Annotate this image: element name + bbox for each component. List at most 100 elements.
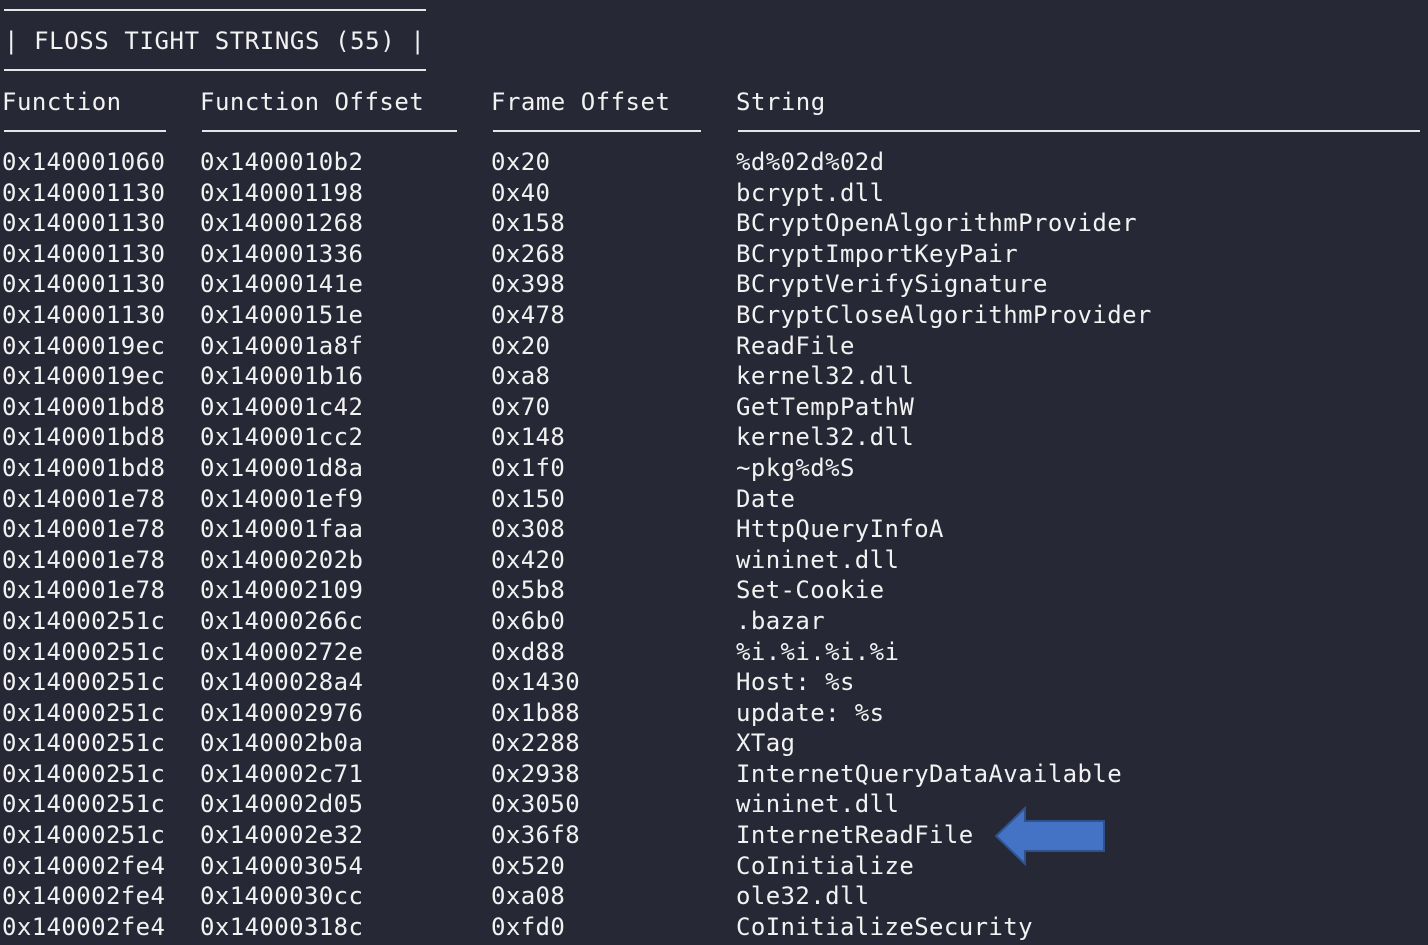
cell-function-offset: 0x1400010b2 — [200, 148, 364, 176]
table-row: 0x140001130 0x14000141e 0x398 BCryptVerifyS… — [0, 269, 1428, 300]
cell-string: BCryptCloseAlgorithmProvider — [736, 300, 1152, 329]
cell-frame-offset: 0x40 — [491, 178, 551, 207]
cell-string: %d%02d%02d — [736, 148, 885, 176]
cell-string: bcrypt.dll — [736, 178, 885, 207]
cell-function-offset: 0x140001336 — [200, 239, 364, 268]
cell-function: 0x140002fe4 — [2, 912, 166, 941]
table-row: 0x14000251c 0x140002976 0x1b88 update: %s — [0, 698, 1428, 729]
cell-function: 0x14000251c — [2, 759, 166, 788]
table-row: 0x14000251c 0x14000272e 0xd88 %i.%i.%i.%i — [0, 637, 1428, 668]
table-row: 0x14000251c 0x140002e32 0x36f8 InternetRead… — [0, 820, 1428, 851]
header-rule-string — [738, 130, 1420, 132]
table-row: 0x14000251c 0x140002d05 0x3050 wininet.dll — [0, 789, 1428, 820]
cell-string: kernel32.dll — [736, 362, 915, 391]
table-row: 0x140001e78 0x140001ef9 0x150 Date — [0, 484, 1428, 515]
cell-function: 0x140001060 — [2, 148, 166, 176]
cell-function-offset: 0x140002976 — [200, 698, 364, 727]
cell-string: Host: %s — [736, 668, 855, 697]
title-bottom-rule — [4, 69, 426, 71]
table-row: 0x14000251c 0x140002c71 0x2938 InternetQuer… — [0, 759, 1428, 790]
cell-string: InternetReadFile — [736, 821, 974, 850]
cell-function-offset: 0x140001faa — [200, 515, 364, 544]
table-row: 0x140001e78 0x140002109 0x5b8 Set-Cookie — [0, 575, 1428, 606]
table-row: 0x140002fe4 0x140003054 0x520 CoInitialize — [0, 851, 1428, 882]
cell-frame-offset: 0x1b88 — [491, 698, 581, 727]
cell-function: 0x140001bd8 — [2, 423, 166, 452]
cell-frame-offset: 0x1f0 — [491, 453, 566, 482]
cell-function: 0x14000251c — [2, 790, 166, 819]
table-title: | FLOSS TIGHT STRINGS (55) | — [4, 27, 426, 55]
cell-function: 0x140001130 — [2, 239, 166, 268]
cell-function-offset: 0x140001b16 — [200, 362, 364, 391]
cell-function-offset: 0x140001d8a — [200, 453, 364, 482]
header-rule-function-offset — [202, 130, 457, 132]
cell-function: 0x14000251c — [2, 698, 166, 727]
cell-function: 0x140001bd8 — [2, 453, 166, 482]
cell-frame-offset: 0x398 — [491, 270, 566, 299]
table-row: 0x1400019ec 0x140001a8f 0x20 ReadFile — [0, 331, 1428, 362]
cell-function: 0x14000251c — [2, 668, 166, 697]
cell-function: 0x14000251c — [2, 606, 166, 635]
cell-string: wininet.dll — [736, 790, 900, 819]
cell-function-offset: 0x140002e32 — [200, 821, 364, 850]
cell-function-offset: 0x1400028a4 — [200, 668, 364, 697]
cell-string: InternetQueryDataAvailable — [736, 759, 1123, 788]
table-row: 0x140002fe4 0x1400030cc 0xa08 ole32.dll — [0, 881, 1428, 912]
cell-frame-offset: 0x478 — [491, 300, 566, 329]
header-string: String — [736, 88, 826, 116]
cell-frame-offset: 0x520 — [491, 851, 566, 880]
cell-function-offset: 0x14000202b — [200, 545, 364, 574]
cell-function: 0x14000251c — [2, 637, 166, 666]
cell-function: 0x140001130 — [2, 270, 166, 299]
left-arrow-icon — [995, 806, 1105, 866]
cell-frame-offset: 0x420 — [491, 545, 566, 574]
header-rule-function — [4, 130, 166, 132]
table-row: 0x1400019ec 0x140001b16 0xa8 kernel32.dll — [0, 361, 1428, 392]
cell-function-offset: 0x1400030cc — [200, 882, 364, 911]
table-row: 0x140001e78 0x14000202b 0x420 wininet.dll — [0, 545, 1428, 576]
cell-function: 0x1400019ec — [2, 362, 166, 391]
cell-frame-offset: 0xfd0 — [491, 912, 566, 941]
cell-frame-offset: 0x6b0 — [491, 606, 566, 635]
table-row: 0x140002fe4 0x14000318c 0xfd0 CoInitializeS… — [0, 912, 1428, 943]
table-row: 0x140001130 0x140001268 0x158 BCryptOpenAlg… — [0, 208, 1428, 239]
cell-frame-offset: 0xd88 — [491, 637, 566, 666]
table-row: 0x140001bd8 0x140001c42 0x70 GetTempPathW — [0, 392, 1428, 423]
cell-function: 0x14000251c — [2, 729, 166, 758]
cell-function: 0x140002fe4 — [2, 882, 166, 911]
table-row: 0x14000251c 0x140002b0a 0x2288 XTag — [0, 728, 1428, 759]
cell-function-offset: 0x14000151e — [200, 300, 364, 329]
cell-function: 0x140001130 — [2, 209, 166, 238]
cell-frame-offset: 0x20 — [491, 331, 551, 360]
cell-frame-offset: 0x308 — [491, 515, 566, 544]
cell-string: %i.%i.%i.%i — [736, 637, 900, 666]
cell-string: BCryptOpenAlgorithmProvider — [736, 209, 1137, 238]
cell-string: .bazar — [736, 606, 826, 635]
cell-function-offset: 0x140001c42 — [200, 392, 364, 421]
cell-function: 0x140002fe4 — [2, 851, 166, 880]
table-row: 0x140001130 0x14000151e 0x478 BCryptCloseAl… — [0, 300, 1428, 331]
table-row: 0x140001e78 0x140001faa 0x308 HttpQueryInfo… — [0, 514, 1428, 545]
cell-function-offset: 0x140002b0a — [200, 729, 364, 758]
cell-function-offset: 0x140001268 — [200, 209, 364, 238]
cell-frame-offset: 0x148 — [491, 423, 566, 452]
cell-string: Set-Cookie — [736, 576, 885, 605]
cell-frame-offset: 0x158 — [491, 209, 566, 238]
header-frame-offset: Frame Offset — [491, 88, 671, 116]
cell-string: CoInitialize — [736, 851, 915, 880]
cell-string: ReadFile — [736, 331, 855, 360]
cell-function: 0x140001e78 — [2, 576, 166, 605]
cell-frame-offset: 0x268 — [491, 239, 566, 268]
cell-frame-offset: 0x20 — [491, 148, 551, 176]
table-row: 0x14000251c 0x1400028a4 0x1430 Host: %s — [0, 667, 1428, 698]
cell-string: ole32.dll — [736, 882, 870, 911]
cell-function: 0x1400019ec — [2, 331, 166, 360]
cell-function: 0x140001130 — [2, 178, 166, 207]
cell-string: wininet.dll — [736, 545, 900, 574]
table-row: 0x140001060 0x1400010b2 0x20 %d%02d%02d — [0, 147, 1428, 178]
cell-frame-offset: 0x5b8 — [491, 576, 566, 605]
strings-table-body: 0x140001060 0x1400010b2 0x20 %d%02d%02d 0x14… — [0, 147, 1428, 942]
cell-string: kernel32.dll — [736, 423, 915, 452]
cell-function: 0x140001bd8 — [2, 392, 166, 421]
cell-function-offset: 0x140002c71 — [200, 759, 364, 788]
